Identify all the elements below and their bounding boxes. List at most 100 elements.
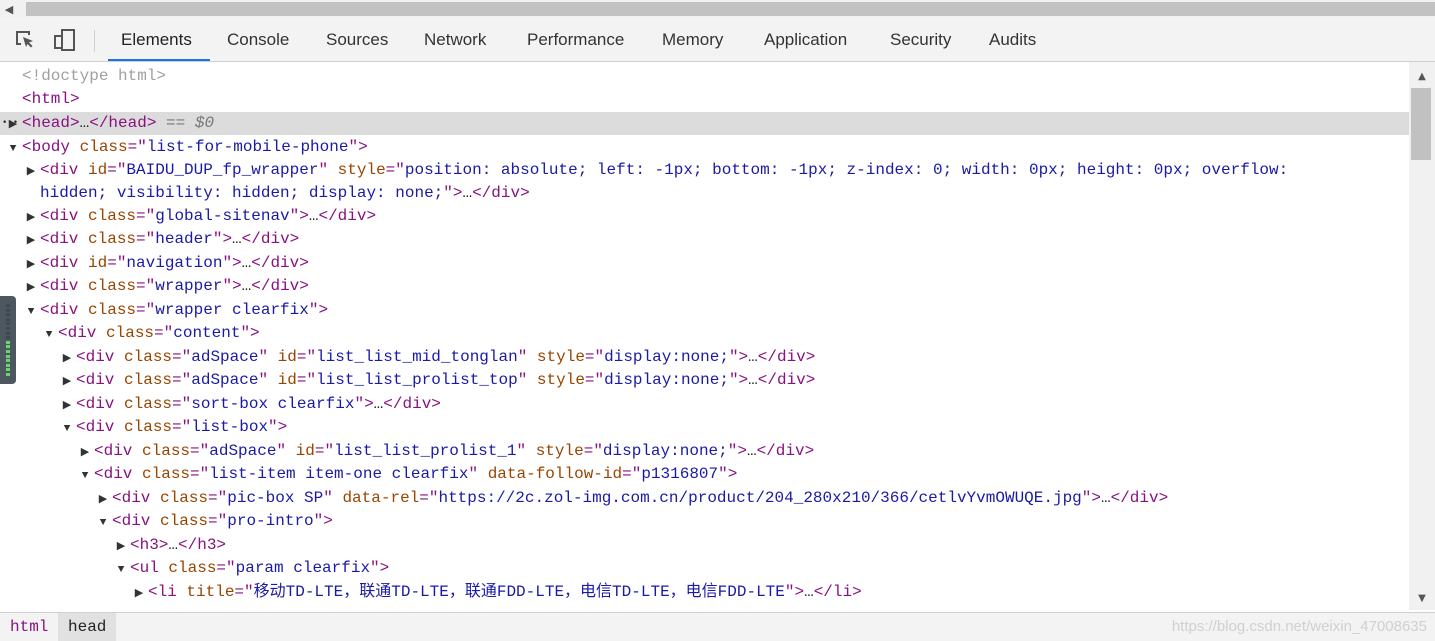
dom-node-line[interactable]: ▼ <ul class="param clearfix"> [0, 557, 390, 582]
dom-token: id [277, 371, 297, 389]
dom-token: p1316807 [641, 465, 719, 483]
tab-console[interactable]: Console [227, 18, 289, 61]
expand-triangle-icon[interactable]: ▶ [22, 254, 40, 277]
level-bar [6, 363, 10, 367]
breadcrumb-head[interactable]: head [58, 613, 117, 641]
dom-node-line[interactable]: ▶ <div class="adSpace" id="list_list_prol… [0, 440, 814, 463]
dom-token: </div> [757, 348, 816, 366]
dom-token: " [468, 465, 488, 483]
expand-triangle-icon[interactable]: ▶ [112, 536, 130, 559]
level-bar [6, 304, 10, 307]
dom-node-line[interactable]: ▼ <div class="content"> [0, 322, 260, 345]
inspect-element-icon[interactable] [13, 28, 37, 52]
dom-node-line[interactable]: ▶ <div class="pic-box SP" data-rel="https… [0, 487, 1168, 510]
collapse-triangle-icon[interactable]: ▼ [40, 324, 58, 347]
level-bar [6, 350, 10, 353]
dom-node-line[interactable]: ▼ <div class="pro-intro"> [0, 510, 333, 533]
tab-network[interactable]: Network [424, 18, 486, 61]
dom-token: header [155, 230, 213, 248]
more-actions-icon[interactable]: ••• [2, 112, 18, 135]
scroll-up-icon[interactable]: ▲ [1409, 66, 1435, 86]
level-bar [6, 313, 10, 317]
dom-token: "> [348, 138, 368, 156]
dom-token: class [124, 348, 173, 366]
dom-token: " [516, 442, 536, 460]
dom-token: =" [208, 489, 228, 507]
dom-token: list-item item-one clearfix [209, 465, 469, 483]
dom-node-line[interactable]: <html> [0, 88, 80, 111]
dom-node-line[interactable]: ▶ <div class="sort-box clearfix">…</div> [0, 393, 441, 416]
collapse-triangle-icon[interactable]: ▼ [22, 301, 40, 324]
dom-node-line[interactable]: ▶ <div class="wrapper">…</div> [0, 275, 309, 298]
collapse-triangle-icon[interactable]: ▼ [4, 138, 22, 161]
dom-token: "> [222, 254, 242, 272]
tab-elements[interactable]: Elements [108, 18, 210, 61]
dom-token: adSpace [191, 348, 259, 366]
dom-node-line[interactable]: ▶ <div id="navigation">…</div> [0, 252, 309, 275]
dom-token: " [276, 442, 296, 460]
dom-node-line[interactable]: ▼ <div class="wrapper clearfix"> [0, 299, 328, 322]
dom-node-line[interactable]: ▶ <h3>…</h3> [0, 534, 226, 557]
dom-node-line[interactable]: ▼ <div class="list-box"> [0, 416, 288, 441]
expand-triangle-icon[interactable]: ▶ [22, 230, 40, 253]
dom-node-line[interactable]: ▶ <div class="header">…</div> [0, 228, 300, 253]
dom-token: class [79, 138, 128, 156]
dom-token: class [88, 301, 137, 319]
dom-token: " [517, 371, 537, 389]
horizontal-scrollbar[interactable] [26, 2, 1435, 16]
dom-token: wrapper clearfix [155, 301, 309, 319]
level-bar [6, 373, 10, 376]
dom-token [156, 114, 166, 132]
dom-node-line[interactable]: ▼ <body class="list-for-mobile-phone"> [0, 136, 368, 159]
collapse-triangle-icon[interactable]: ▼ [58, 418, 76, 441]
tab-sources[interactable]: Sources [326, 18, 388, 61]
dom-node-line[interactable]: ▶ <div class="global-sitenav">…</div> [0, 205, 376, 228]
dom-token: </div> [757, 371, 816, 389]
dom-token: id [88, 254, 108, 272]
dom-node-line[interactable]: ▶ <div class="adSpace" id="list_list_mid_… [0, 346, 816, 371]
dom-node-line[interactable]: hidden; visibility: hidden; display: non… [0, 182, 530, 205]
collapse-triangle-icon[interactable]: ▼ [112, 559, 130, 582]
expand-triangle-icon[interactable]: ▶ [22, 277, 40, 300]
expand-triangle-icon[interactable]: ▶ [130, 583, 148, 606]
scroll-down-icon[interactable]: ▼ [1409, 588, 1435, 608]
dom-node-line[interactable]: <!doctype html> [0, 65, 166, 88]
dom-token: =" [296, 348, 317, 366]
expand-triangle-icon[interactable]: ▶ [22, 161, 40, 184]
collapse-triangle-icon[interactable]: ▼ [94, 512, 112, 535]
dom-node-line[interactable]: ▼ <div class="list-item item-one clearfix… [0, 463, 738, 488]
tab-security[interactable]: Security [890, 18, 951, 61]
breadcrumb: html head https://blog.csdn.net/weixin_4… [0, 612, 1435, 641]
dom-token: =" [136, 301, 156, 319]
device-toolbar-icon[interactable] [53, 28, 77, 52]
tab-memory[interactable]: Memory [662, 18, 723, 61]
toolbar-divider [94, 30, 95, 52]
tab-performance[interactable]: Performance [527, 18, 624, 61]
expand-triangle-icon[interactable]: ▶ [22, 207, 40, 230]
expand-triangle-icon[interactable]: ▶ [58, 371, 76, 394]
expand-triangle-icon[interactable]: ▶ [76, 442, 94, 465]
dom-node-line[interactable]: ••• ▶ <head>…</head> == $0 [0, 112, 1410, 135]
dom-token: <div [94, 442, 143, 460]
level-bar [6, 340, 10, 344]
dom-node-line[interactable]: ▶ <li title="移动TD-LTE，联通TD-LTE，联通FDD-LTE，… [0, 581, 862, 604]
dom-token: "> [728, 371, 749, 389]
vertical-scrollbar[interactable]: ▲ ▼ [1409, 62, 1435, 610]
expand-triangle-icon[interactable]: ▶ [58, 348, 76, 371]
dom-node-line[interactable]: ▶ <div class="adSpace" id="list_list_prol… [0, 369, 816, 394]
expand-triangle-icon[interactable]: ▶ [94, 489, 112, 512]
dom-token: style [536, 348, 585, 366]
back-arrow-icon[interactable]: ◀ [0, 0, 18, 18]
dom-token: " [517, 348, 537, 366]
tab-audits[interactable]: Audits [989, 18, 1036, 61]
dom-token: BAIDU_DUP_fp_wrapper [126, 161, 319, 179]
dom-node-line[interactable]: ▶ <div id="BAIDU_DUP_fp_wrapper" style="p… [0, 159, 1288, 182]
dom-token: =" [234, 583, 254, 601]
dom-token: =" [127, 138, 147, 156]
collapse-triangle-icon[interactable]: ▼ [76, 465, 94, 488]
expand-triangle-icon[interactable]: ▶ [58, 395, 76, 418]
tab-application[interactable]: Application [764, 18, 847, 61]
level-bar [6, 368, 10, 372]
scroll-thumb[interactable] [1411, 88, 1431, 160]
breadcrumb-html[interactable]: html [0, 613, 58, 641]
